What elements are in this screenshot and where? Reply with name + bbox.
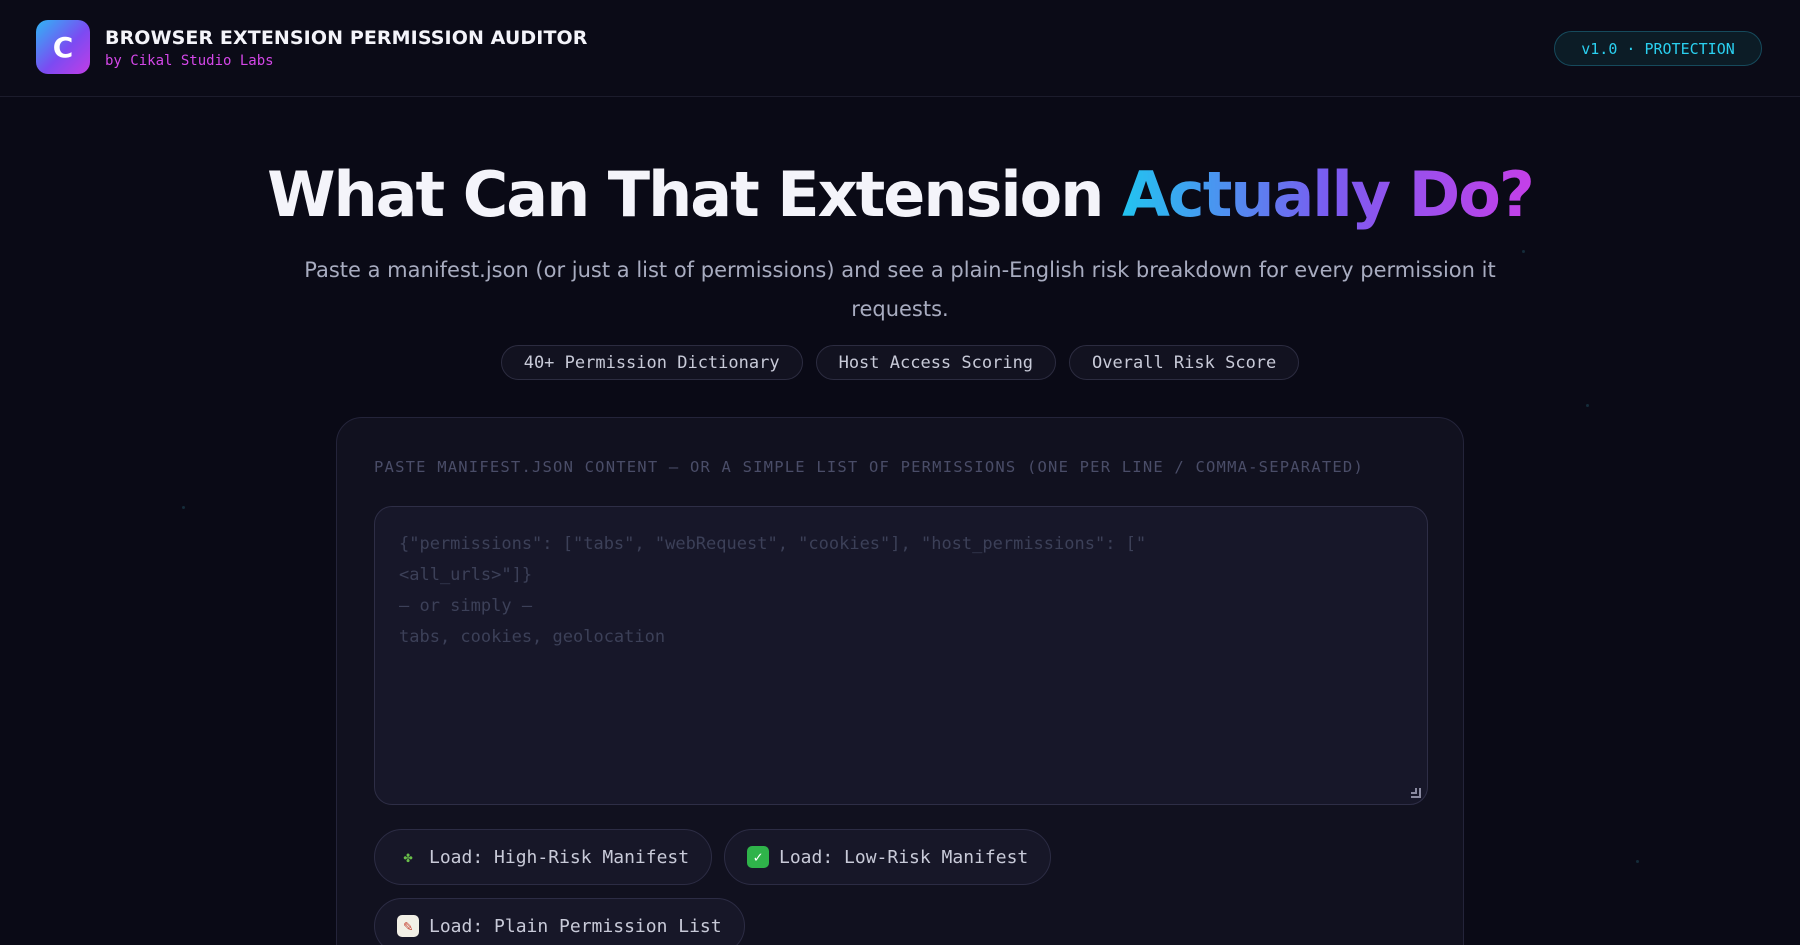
feature-tags: 40+ Permission Dictionary Host Access Sc… — [0, 345, 1800, 380]
manifest-textarea[interactable]: {"permissions": ["tabs", "webRequest", "… — [374, 506, 1428, 805]
background-dot — [1586, 404, 1589, 407]
app-logo: C — [36, 20, 90, 74]
feature-tag: Host Access Scoring — [815, 345, 1057, 380]
input-panel: Paste manifest.json content — or a simpl… — [336, 417, 1464, 945]
load-high-risk-button[interactable]: ✤ Load: High-Risk Manifest — [374, 829, 713, 885]
app-header: C BROWSER EXTENSION PERMISSION AUDITOR b… — [0, 0, 1800, 97]
app-title: BROWSER EXTENSION PERMISSION AUDITOR — [105, 27, 588, 49]
feature-tag: 40+ Permission Dictionary — [500, 345, 803, 380]
feature-tag: Overall Risk Score — [1069, 345, 1300, 380]
hero-title-accent: Actually Do? — [1121, 158, 1535, 231]
hero-title-main: What Can That Extension — [267, 158, 1122, 231]
load-low-risk-label: Load: Low-Risk Manifest — [779, 846, 1029, 868]
load-high-risk-label: Load: High-Risk Manifest — [429, 846, 690, 868]
manifest-input-label: Paste manifest.json content — or a simpl… — [374, 458, 1364, 476]
placeholder-line: <all_urls>"]} — [399, 565, 533, 585]
placeholder-line: {"permissions": ["tabs", "webRequest", "… — [399, 534, 1147, 554]
resize-handle-icon[interactable] — [1411, 788, 1421, 798]
background-dot — [1636, 860, 1639, 863]
check-icon: ✓ — [747, 846, 769, 868]
placeholder-line: tabs, cookies, geolocation — [399, 627, 666, 647]
memo-icon: ✎ — [397, 915, 419, 937]
background-dot — [1522, 250, 1525, 253]
app-subtitle: by Cikal Studio Labs — [105, 53, 274, 69]
load-low-risk-button[interactable]: ✓ Load: Low-Risk Manifest — [724, 829, 1052, 885]
hero-title: What Can That Extension Actually Do? — [0, 158, 1800, 231]
placeholder-line: — or simply — — [399, 596, 533, 616]
load-plain-list-label: Load: Plain Permission List — [429, 915, 722, 937]
background-dot — [182, 506, 185, 509]
load-plain-list-button[interactable]: ✎ Load: Plain Permission List — [374, 898, 745, 945]
version-badge: v1.0 · PROTECTION — [1554, 31, 1762, 66]
puzzle-icon: ✤ — [403, 848, 413, 866]
hero-description: Paste a manifest.json (or just a list of… — [304, 258, 1496, 321]
